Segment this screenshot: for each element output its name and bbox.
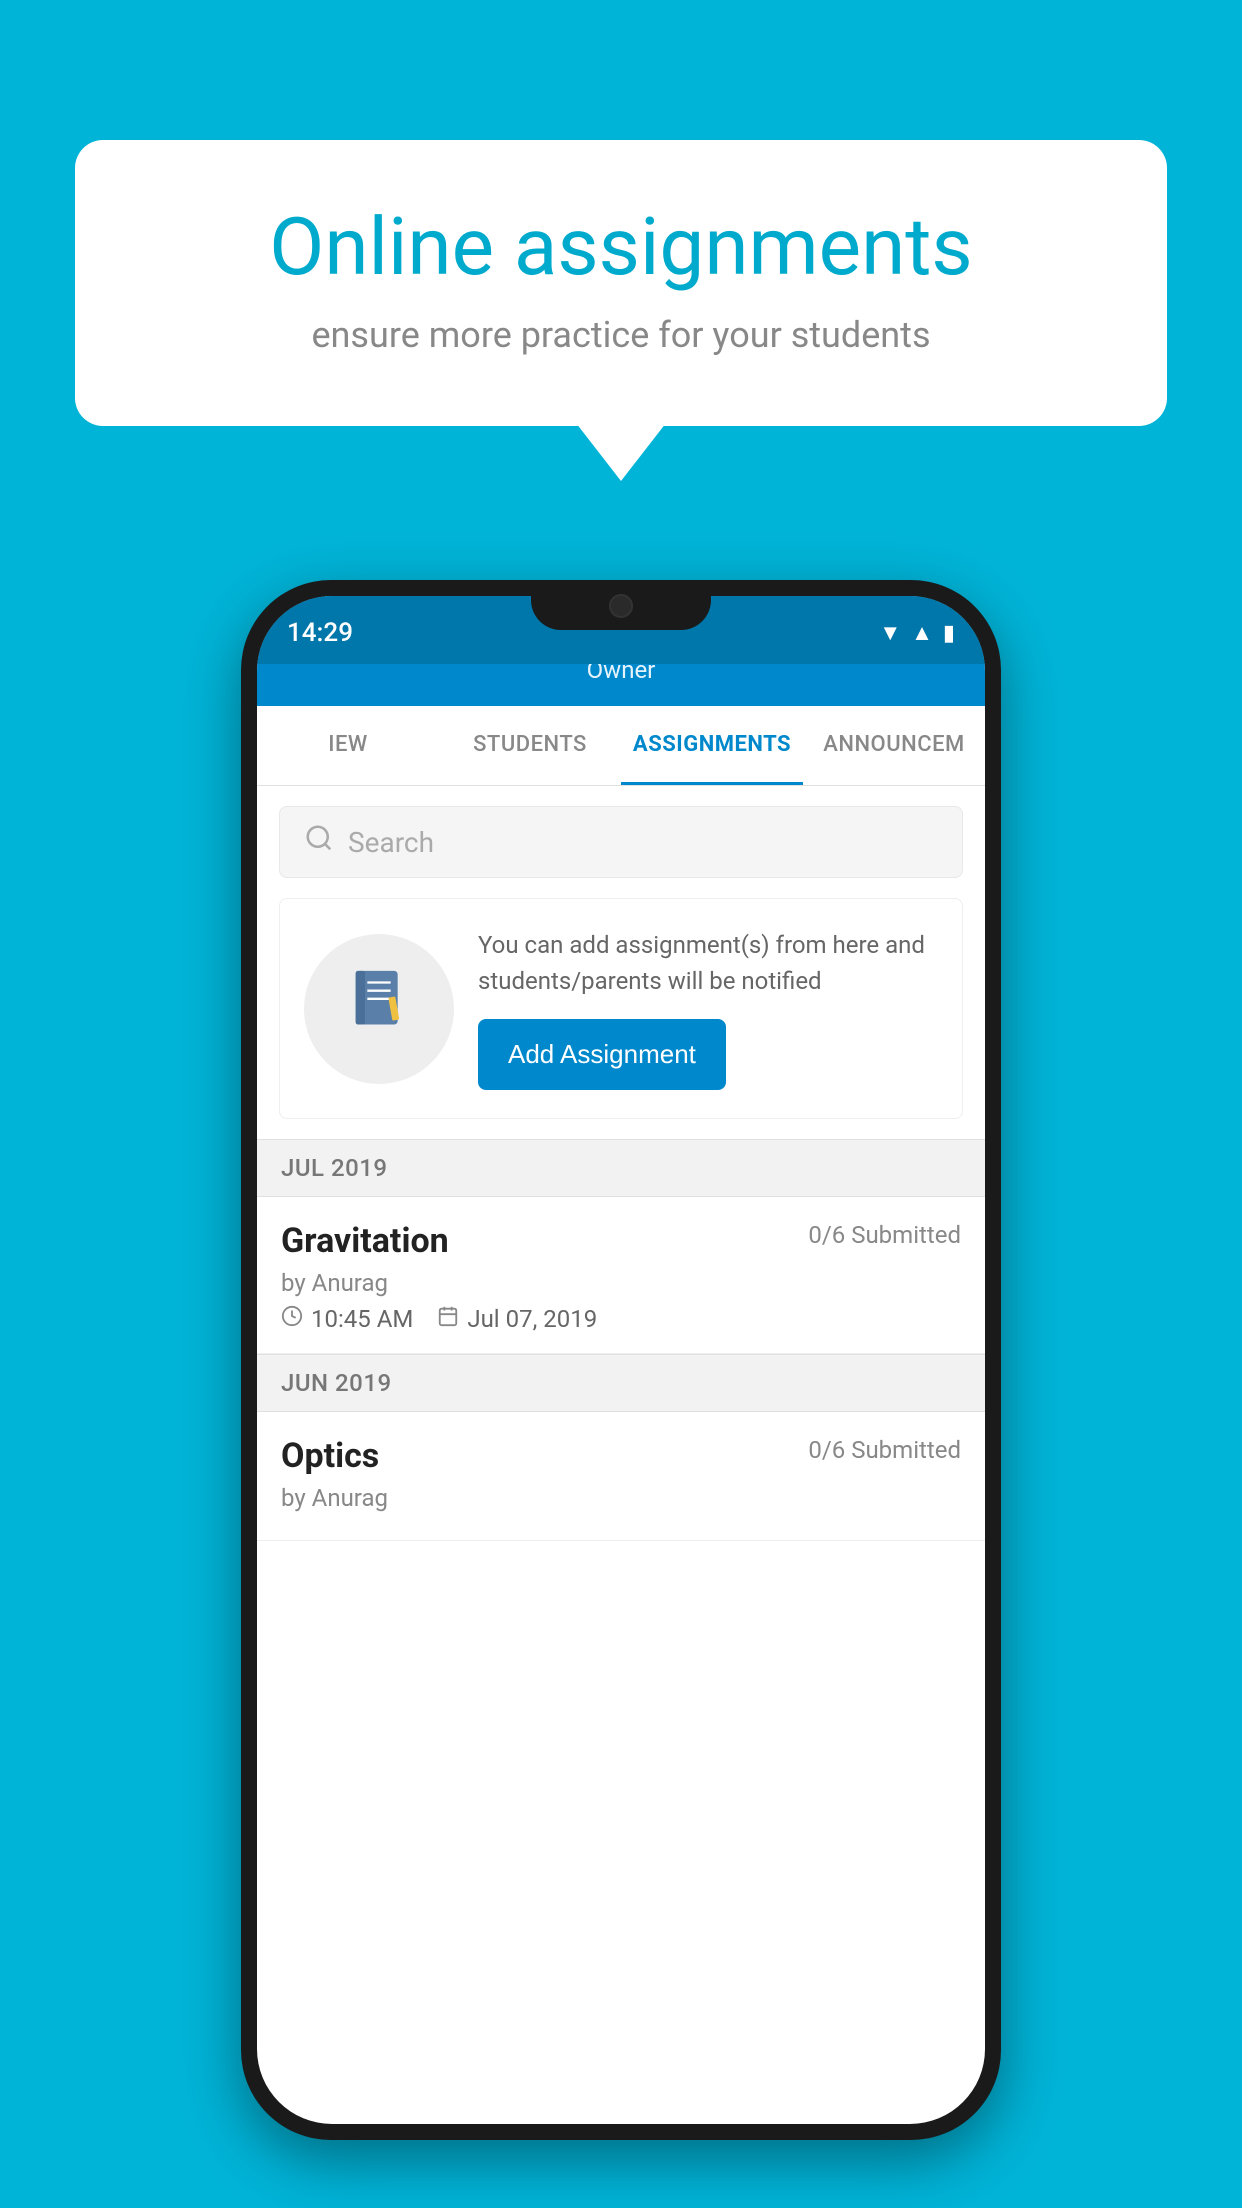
assignment-by: by Anurag (281, 1269, 961, 1297)
assignment-item-optics[interactable]: Optics 0/6 Submitted by Anurag (257, 1412, 985, 1541)
status-icons: ▼ ▲ ▮ (879, 614, 955, 646)
time-label: 10:45 AM (311, 1305, 413, 1333)
speech-bubble: Online assignments ensure more practice … (75, 140, 1167, 426)
battery-icon: ▮ (943, 621, 955, 646)
wifi-icon: ▼ (879, 620, 901, 646)
clock-icon (281, 1305, 303, 1333)
assignment-name: Gravitation (281, 1221, 449, 1261)
notebook-icon (344, 965, 414, 1053)
bubble-subtitle: ensure more practice for your students (145, 314, 1097, 356)
month-jul-2019: JUL 2019 (257, 1139, 985, 1197)
phone-outer: 14:29 ▼ ▲ ▮ ← Physics Batch 12 Owner ⚙ I… (241, 580, 1001, 2140)
date-label: Jul 07, 2019 (467, 1305, 597, 1333)
tab-iew[interactable]: IEW (257, 706, 439, 785)
promo-content: You can add assignment(s) from here and … (478, 927, 938, 1090)
signal-icon: ▲ (911, 620, 933, 646)
phone-screen: 14:29 ▼ ▲ ▮ ← Physics Batch 12 Owner ⚙ I… (257, 596, 985, 2124)
month-label: JUL 2019 (281, 1154, 388, 1182)
assignment-by-optics: by Anurag (281, 1484, 961, 1512)
assignment-date: Jul 07, 2019 (437, 1305, 597, 1333)
assignment-top: Gravitation 0/6 Submitted (281, 1221, 961, 1261)
assignment-time: 10:45 AM (281, 1305, 413, 1333)
phone-notch (531, 580, 711, 630)
phone-camera (609, 594, 633, 618)
assignment-top-optics: Optics 0/6 Submitted (281, 1436, 961, 1476)
assignment-submitted: 0/6 Submitted (808, 1221, 961, 1249)
search-bar[interactable]: Search (279, 806, 963, 878)
promo-icon-wrap (304, 934, 454, 1084)
assignment-submitted-optics: 0/6 Submitted (808, 1436, 961, 1464)
search-icon (304, 823, 334, 861)
promo-description: You can add assignment(s) from here and … (478, 927, 938, 999)
bubble-title: Online assignments (145, 200, 1097, 294)
promo-card: You can add assignment(s) from here and … (279, 898, 963, 1119)
tab-assignments[interactable]: ASSIGNMENTS (621, 706, 803, 785)
status-time: 14:29 (287, 612, 353, 648)
tab-students[interactable]: STUDENTS (439, 706, 621, 785)
calendar-icon (437, 1305, 459, 1333)
add-assignment-button[interactable]: Add Assignment (478, 1019, 726, 1090)
month-label-jun: JUN 2019 (281, 1369, 392, 1397)
assignment-meta: 10:45 AM Jul 07, 2019 (281, 1305, 961, 1333)
tab-announcements[interactable]: ANNOUNCEM (803, 706, 985, 785)
assignment-name-optics: Optics (281, 1436, 379, 1476)
phone-device: 14:29 ▼ ▲ ▮ ← Physics Batch 12 Owner ⚙ I… (241, 580, 1001, 2140)
assignment-item-gravitation[interactable]: Gravitation 0/6 Submitted by Anurag 10:4… (257, 1197, 985, 1354)
month-jun-2019: JUN 2019 (257, 1354, 985, 1412)
search-placeholder: Search (348, 826, 434, 859)
tab-bar: IEW STUDENTS ASSIGNMENTS ANNOUNCEM (257, 706, 985, 786)
